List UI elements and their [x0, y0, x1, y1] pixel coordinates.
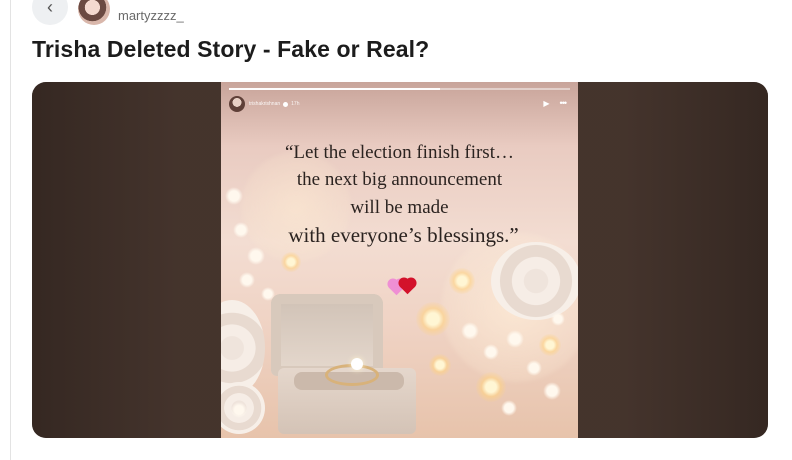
story-progress-bar [229, 88, 570, 90]
chevron-left-icon: ‹ [47, 0, 53, 17]
hearts-icon [384, 276, 416, 296]
story-header: trishakrishnan 17h [229, 96, 299, 112]
story-time: 17h [291, 101, 300, 107]
verified-icon [283, 101, 289, 107]
flower [231, 402, 247, 418]
page: ‹ martyzzzz_ Trisha Deleted Story - Fake… [0, 0, 792, 460]
flower [526, 360, 542, 376]
candle-light [416, 302, 450, 336]
post-header: ‹ martyzzzz_ [32, 0, 184, 28]
quote-line-4: with everyone’s blessings.” [288, 222, 519, 247]
ring-box-lid [271, 294, 383, 376]
story-avatar[interactable] [229, 96, 245, 112]
more-options-icon[interactable]: ••• [560, 98, 568, 108]
story-progress-fill [229, 88, 441, 90]
diamond [351, 358, 363, 370]
candle-light [539, 334, 561, 356]
username[interactable]: martyzzzz_ [118, 8, 184, 23]
back-button[interactable]: ‹ [32, 0, 68, 25]
candle-light [429, 354, 451, 376]
play-icon[interactable]: ▶ [543, 99, 549, 108]
flower [506, 330, 524, 348]
flower [483, 344, 499, 360]
avatar[interactable] [78, 0, 110, 25]
flower [461, 322, 479, 340]
media-frame[interactable]: trishakrishnan 17h ▶ ••• “Let the electi… [32, 82, 768, 438]
story-image[interactable]: trishakrishnan 17h ▶ ••• “Let the electi… [221, 82, 578, 438]
flower [543, 382, 561, 400]
story-controls: ▶ ••• [543, 98, 568, 108]
quote-line-2: the next big announcement [296, 169, 503, 191]
candle-light [449, 268, 475, 294]
candle-light [476, 372, 506, 402]
flower [239, 272, 255, 288]
post-title: Trisha Deleted Story - Fake or Real? [32, 36, 430, 62]
quote-line-1: “Let the election finish first… [285, 142, 514, 163]
story-username[interactable]: trishakrishnan [249, 101, 280, 107]
story-quote: “Let the election finish first… the next… [221, 142, 578, 253]
candle-light [281, 252, 301, 272]
red-heart-icon [399, 278, 416, 295]
flower [551, 312, 565, 326]
quote-line-3: will be made [350, 196, 449, 218]
rose [491, 242, 578, 320]
left-divider [10, 0, 11, 460]
flower [501, 400, 517, 416]
